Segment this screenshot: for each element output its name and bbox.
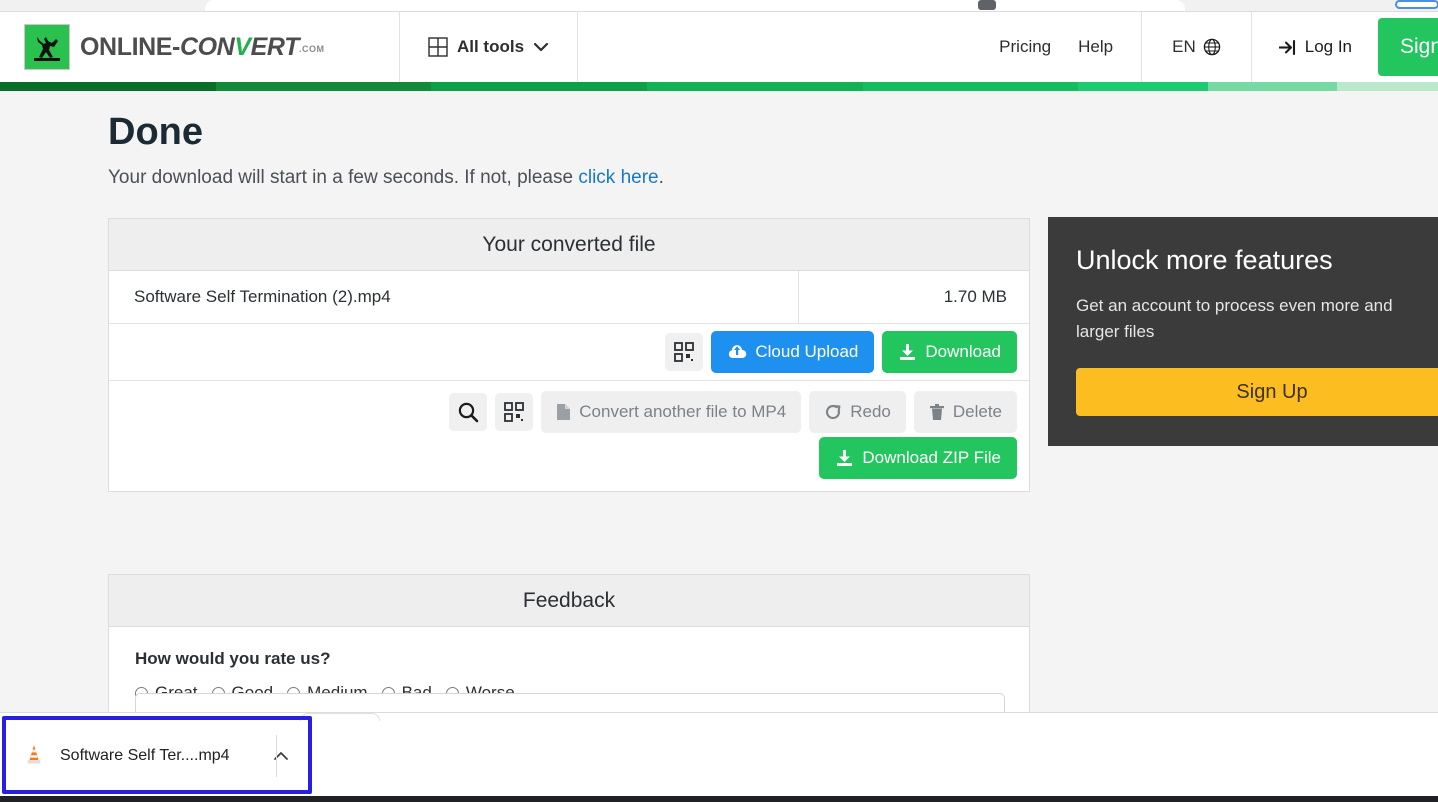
redo-button[interactable]: Redo [809, 390, 906, 433]
all-tools-label: All tools [456, 37, 525, 56]
table-row: Software Self Termination (2).mp4 1.70 M… [109, 270, 1029, 324]
logo-text-part2: CON [179, 32, 235, 61]
browser-omnibox[interactable] [1395, 0, 1438, 9]
convert-another-label: Convert another file to MP4 [579, 401, 787, 421]
running-man-logo-icon [24, 24, 70, 70]
download-icon [898, 343, 917, 361]
search-button[interactable] [449, 392, 488, 431]
header-spacer [578, 12, 999, 82]
download-icon [835, 449, 854, 467]
signup-button-header[interactable]: Sign Up [1378, 18, 1438, 76]
login-arrow-icon [1278, 39, 1297, 56]
nav-help[interactable]: Help [1078, 37, 1113, 57]
download-zip-button[interactable]: Download ZIP File [819, 436, 1017, 479]
chevron-down-icon [533, 39, 549, 55]
search-icon [457, 401, 479, 423]
converted-file-card: Your converted file Software Self Termin… [108, 218, 1030, 492]
language-label: EN [1172, 37, 1196, 56]
file-size: 1.70 MB [798, 270, 1029, 324]
progress-segment [647, 82, 863, 91]
cloud-upload-icon [727, 344, 747, 360]
upsell-description: Get an account to process even more and … [1076, 296, 1393, 341]
progress-segment [1078, 82, 1208, 91]
browser-download-icon[interactable] [978, 0, 996, 10]
browser-chrome-strip [0, 0, 1438, 12]
download-notice-before: Your download will start in a few second… [108, 167, 579, 188]
download-button[interactable]: Download [882, 331, 1017, 373]
cloud-upload-button[interactable]: Cloud Upload [711, 331, 875, 373]
site-header: ONLINE-CONVERT.COM All tools Pricing Hel… [0, 12, 1438, 82]
logo-text-part4: ERT [250, 32, 300, 61]
feedback-heading: Feedback [109, 575, 1029, 627]
redo-label: Redo [850, 401, 891, 421]
upsell-panel: Unlock more features Get an account to p… [1048, 217, 1438, 446]
download-shelf: Software Self Ter....mp4 [0, 712, 1438, 796]
file-name: Software Self Termination (2).mp4 [134, 287, 391, 306]
file-actions-row-zip: Download ZIP File [109, 434, 1029, 491]
converted-file-heading: Your converted file [109, 219, 1029, 271]
file-icon [556, 403, 571, 421]
download-notice: Your download will start in a few second… [108, 167, 664, 189]
page-body: Done Your download will start in a few s… [0, 91, 1438, 802]
login-button[interactable]: Log In [1252, 12, 1378, 82]
login-label: Log In [1304, 37, 1352, 56]
redo-icon [824, 403, 842, 421]
browser-tab[interactable] [205, 0, 1185, 11]
progress-bar [0, 82, 1438, 91]
app-root: ONLINE-CONVERT.COM All tools Pricing Hel… [0, 0, 1438, 802]
nav-pricing[interactable]: Pricing [999, 37, 1051, 57]
feedback-question: How would you rate us? [135, 649, 331, 668]
download-shelf-file-label: Software Self Ter....mp4 [60, 747, 230, 764]
upsell-signup-button[interactable]: Sign Up [1076, 368, 1438, 416]
convert-another-button[interactable]: Convert another file to MP4 [541, 390, 802, 433]
logo-text-part3: V [234, 32, 251, 61]
delete-button[interactable]: Delete [913, 390, 1017, 433]
grid-icon [428, 37, 448, 57]
download-notice-after: . [658, 167, 664, 188]
qr-code-icon [674, 342, 695, 362]
progress-segment [1337, 82, 1438, 91]
logo[interactable]: ONLINE-CONVERT.COM [0, 12, 400, 82]
download-shelf-item[interactable]: Software Self Ter....mp4 [8, 723, 304, 789]
all-tools-menu[interactable]: All tools [400, 12, 578, 82]
qr-code-button[interactable] [665, 333, 704, 371]
download-shelf-divider [276, 735, 277, 777]
logo-text-part1: ONLINE- [80, 32, 180, 61]
qr-code-button-2[interactable] [495, 392, 534, 431]
logo-text-suffix: .COM [298, 43, 325, 54]
window-bottom-edge [0, 796, 1438, 802]
progress-segment [215, 82, 432, 91]
download-shelf-popup-tab [300, 713, 380, 721]
progress-segment [862, 82, 1079, 91]
download-label: Download [925, 342, 1001, 361]
delete-label: Delete [952, 401, 1002, 421]
page-title: Done [108, 111, 203, 153]
chevron-up-icon[interactable] [272, 749, 290, 763]
progress-segment [0, 82, 216, 91]
feedback-card: Feedback How would you rate us? Great Go… [108, 574, 1030, 773]
language-selector[interactable]: EN [1141, 12, 1252, 82]
upsell-title: Unlock more features [1076, 245, 1333, 275]
trash-icon [929, 403, 945, 421]
header-nav: Pricing Help [999, 12, 1141, 82]
file-actions-row-secondary: Convert another file to MP4 Redo Delete [109, 381, 1029, 434]
vlc-cone-icon [22, 743, 46, 769]
click-here-link[interactable]: click here [578, 167, 658, 188]
qr-code-icon [504, 401, 525, 422]
cloud-upload-label: Cloud Upload [755, 342, 859, 361]
download-zip-label: Download ZIP File [862, 447, 1001, 467]
progress-segment [431, 82, 648, 91]
logo-text: ONLINE-CONVERT.COM [80, 33, 324, 62]
file-actions-row-primary: Cloud Upload Download [109, 324, 1029, 381]
globe-icon [1203, 38, 1221, 56]
progress-segment [1207, 82, 1338, 91]
